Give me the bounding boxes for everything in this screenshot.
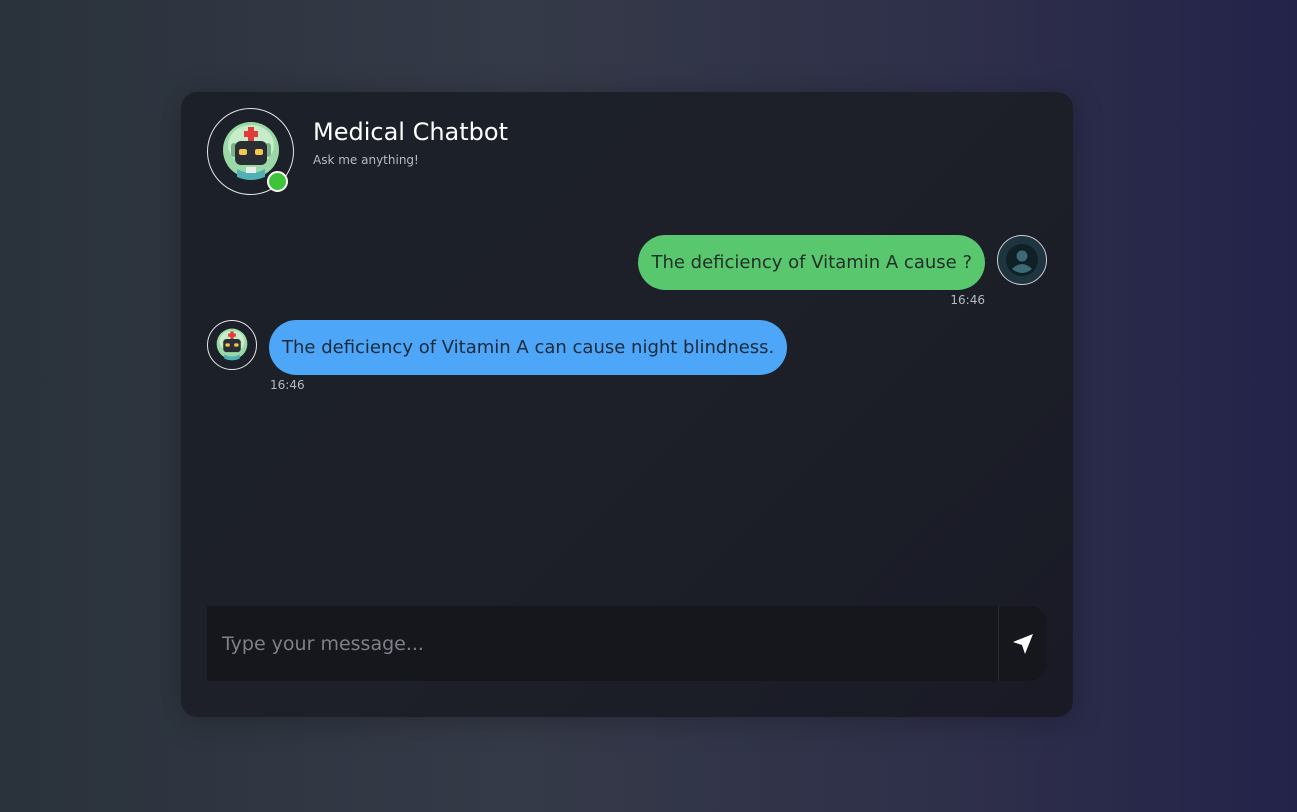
bot-message-avatar [207, 320, 257, 370]
chat-title: Medical Chatbot [313, 118, 508, 146]
chat-subtitle: Ask me anything! [313, 153, 419, 167]
online-status-dot [267, 171, 288, 192]
send-icon [1013, 633, 1033, 654]
user-icon [1006, 244, 1038, 276]
robot-doctor-icon [216, 328, 248, 361]
user-message-bubble: The deficiency of Vitamin A cause ? [638, 235, 985, 290]
bot-message-bubble: The deficiency of Vitamin A can cause ni… [269, 320, 788, 375]
chat-window: Medical Chatbot Ask me anything! The def… [181, 92, 1073, 717]
message-composer [207, 606, 1047, 681]
user-message-time: 16:46 [950, 293, 985, 307]
user-avatar [997, 235, 1047, 285]
bot-message-time: 16:46 [270, 378, 305, 392]
send-button[interactable] [998, 606, 1047, 681]
message-input[interactable] [207, 606, 998, 681]
